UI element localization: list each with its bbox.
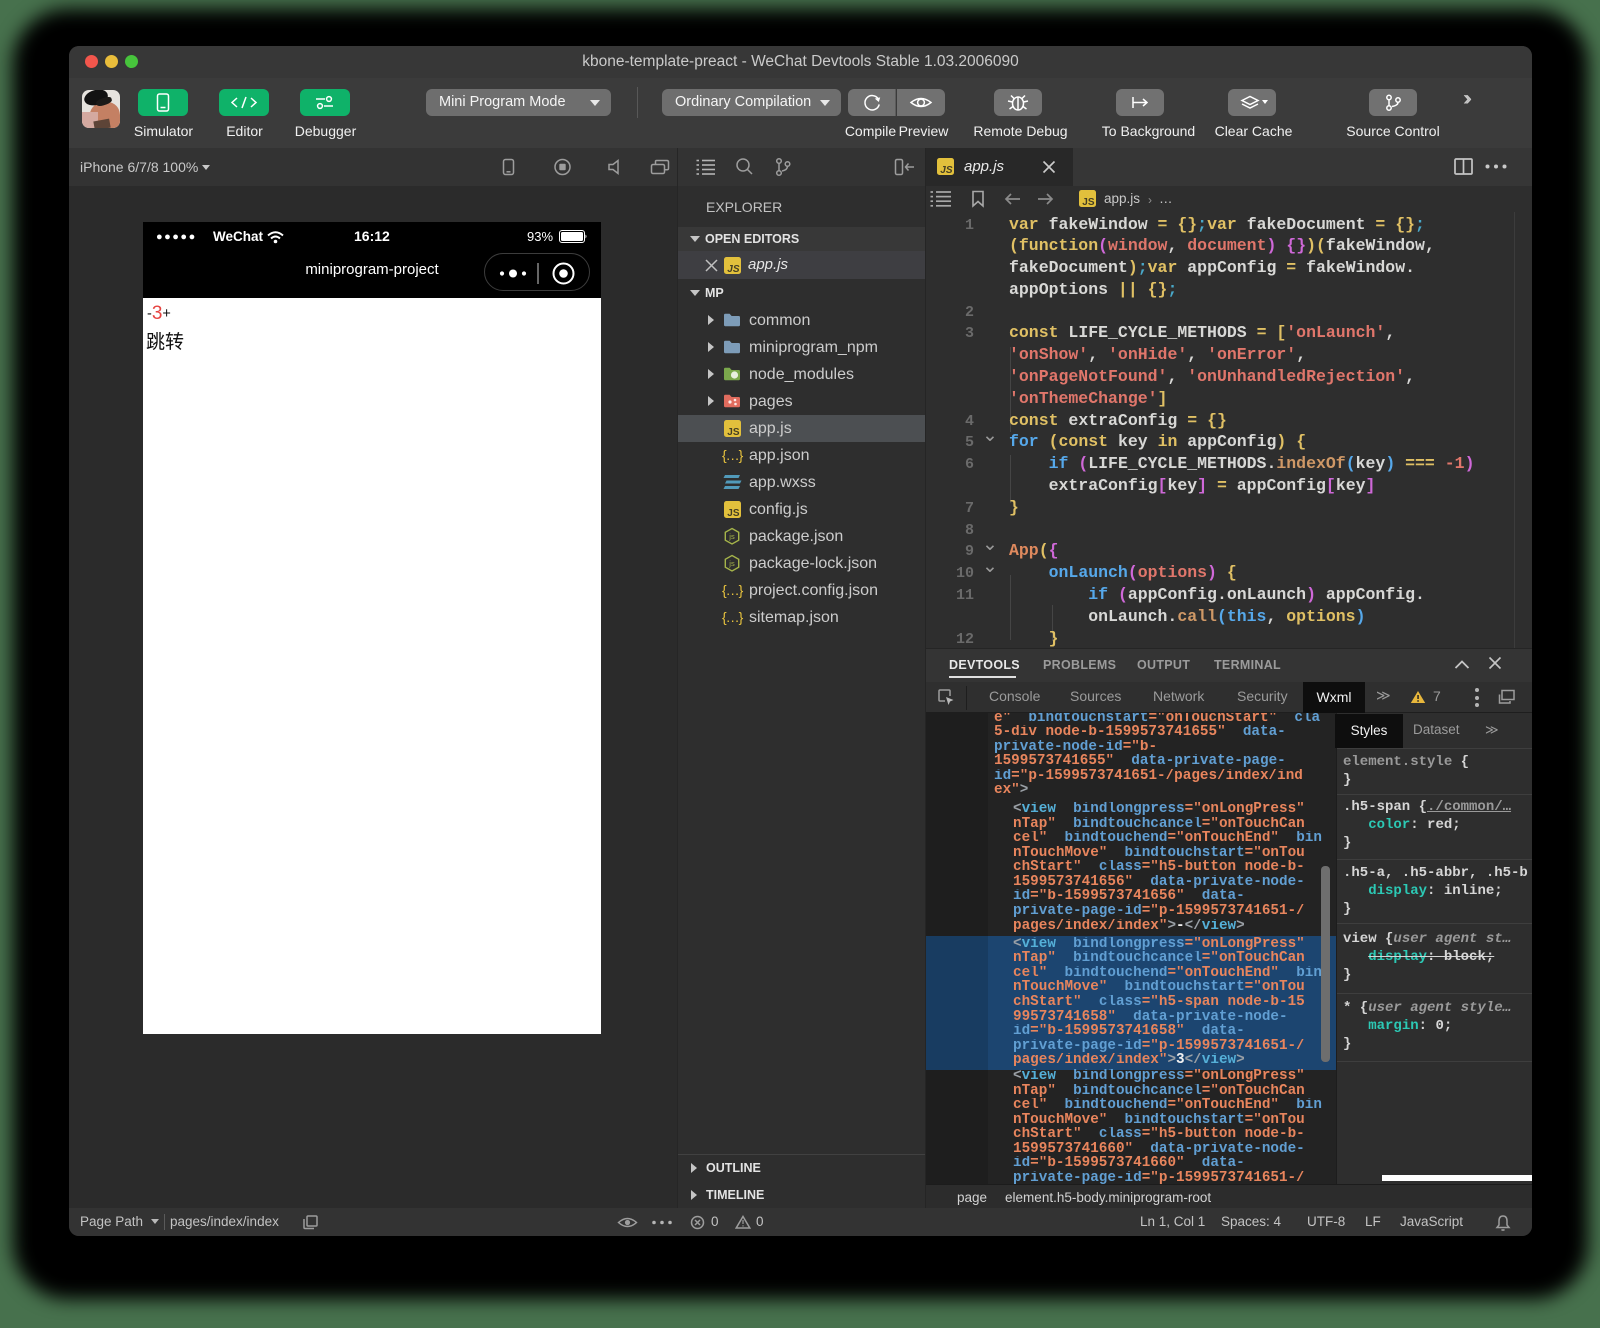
svg-text:js: js xyxy=(728,559,735,568)
svg-text:js: js xyxy=(728,532,735,541)
